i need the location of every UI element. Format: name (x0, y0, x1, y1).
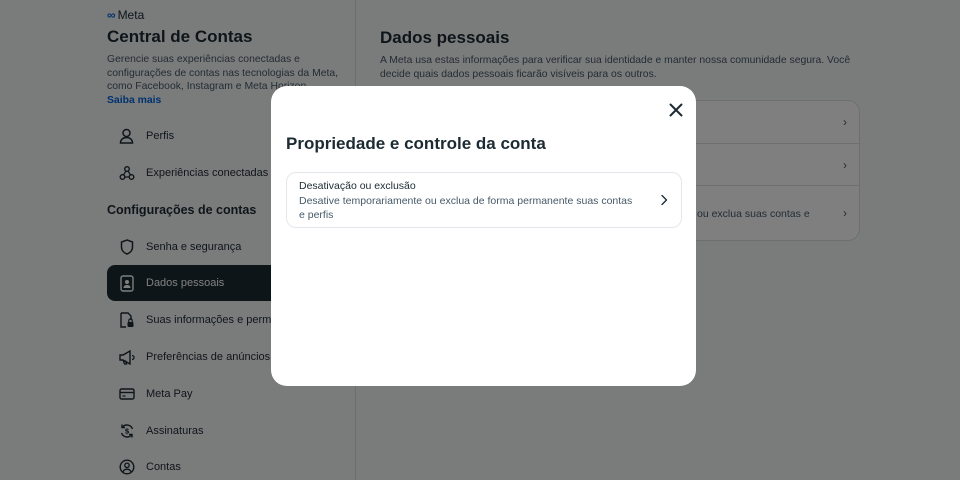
deactivation-deletion-option[interactable]: Desativação ou exclusão Desative tempora… (286, 172, 682, 228)
close-button[interactable] (666, 100, 686, 120)
close-icon (669, 103, 683, 117)
dialog-title: Propriedade e controle da conta (286, 134, 546, 153)
option-description: Desative temporariamente ou exclua de fo… (299, 195, 633, 221)
option-title: Desativação ou exclusão (299, 180, 416, 192)
chevron-right-icon (661, 194, 668, 206)
account-ownership-dialog: Propriedade e controle da conta Desativa… (271, 86, 696, 386)
